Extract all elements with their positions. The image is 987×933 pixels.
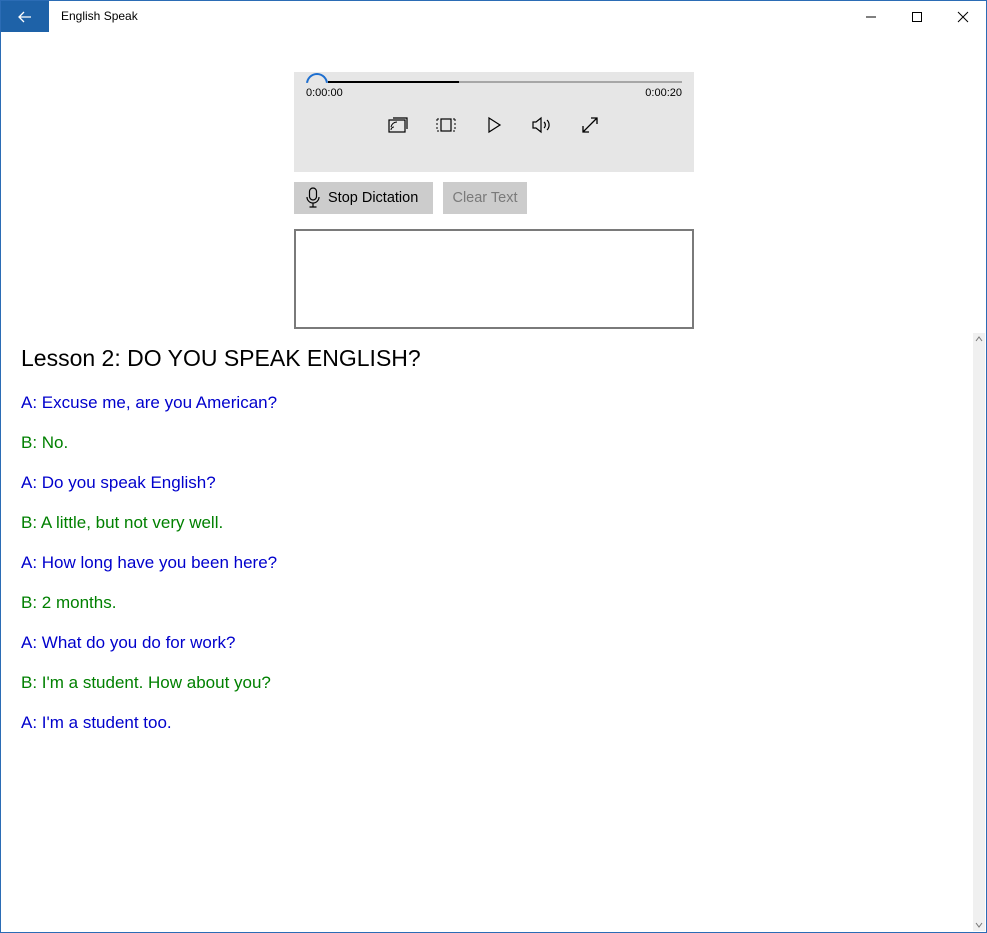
microphone-icon bbox=[306, 187, 320, 208]
fullscreen-icon bbox=[582, 117, 598, 133]
seek-progress bbox=[328, 81, 459, 83]
volume-button[interactable] bbox=[528, 112, 556, 138]
aspect-ratio-button[interactable] bbox=[432, 112, 460, 138]
dialog-line: A: How long have you been here? bbox=[21, 553, 278, 572]
app-window: English Speak 0:00:00 0:00:20 Stop Dicta… bbox=[0, 0, 987, 933]
play-icon bbox=[488, 116, 502, 134]
maximize-button[interactable] bbox=[894, 1, 940, 32]
current-time: 0:00:00 bbox=[306, 87, 343, 99]
close-icon bbox=[957, 11, 969, 22]
clear-text-button[interactable]: Clear Text bbox=[443, 182, 527, 214]
window-title: English Speak bbox=[61, 9, 138, 23]
aspect-ratio-icon bbox=[436, 118, 456, 132]
title-bar: English Speak bbox=[1, 1, 986, 32]
dialog-line: A: Excuse me, are you American? bbox=[21, 393, 278, 412]
play-button[interactable] bbox=[480, 112, 508, 138]
clear-text-label: Clear Text bbox=[452, 190, 518, 206]
dialog-line: B: No. bbox=[21, 433, 69, 452]
volume-icon bbox=[532, 116, 550, 134]
dialog-line: B: I'm a student. How about you? bbox=[21, 673, 271, 692]
dialog-line: A: What do you do for work? bbox=[21, 633, 236, 652]
minimize-icon bbox=[866, 16, 876, 17]
fullscreen-button[interactable] bbox=[576, 112, 604, 138]
seek-bar[interactable] bbox=[328, 81, 682, 83]
dictation-textbox[interactable] bbox=[294, 229, 694, 329]
scroll-down-button[interactable] bbox=[973, 919, 985, 931]
dialog-line: B: A little, but not very well. bbox=[21, 513, 224, 532]
total-time: 0:00:20 bbox=[645, 87, 682, 99]
close-button[interactable] bbox=[940, 1, 986, 32]
cast-button[interactable] bbox=[384, 112, 412, 138]
chevron-down-icon bbox=[975, 922, 983, 928]
back-button[interactable] bbox=[1, 1, 49, 32]
scroll-up-button[interactable] bbox=[973, 333, 985, 345]
lesson-title: Lesson 2: DO YOU SPEAK ENGLISH? bbox=[21, 345, 421, 371]
vertical-scrollbar[interactable] bbox=[973, 333, 985, 931]
cast-icon bbox=[388, 117, 408, 133]
media-player: 0:00:00 0:00:20 bbox=[294, 72, 694, 172]
stop-dictation-label: Stop Dictation bbox=[328, 190, 419, 206]
dialog-line: A: Do you speak English? bbox=[21, 473, 216, 492]
minimize-button[interactable] bbox=[848, 1, 894, 32]
arrow-left-icon bbox=[18, 11, 31, 22]
maximize-icon bbox=[912, 11, 922, 22]
dialog-line: B: 2 months. bbox=[21, 593, 117, 612]
dialog-line: A: I'm a student too. bbox=[21, 713, 172, 732]
stop-dictation-button[interactable]: Stop Dictation bbox=[294, 182, 433, 214]
chevron-up-icon bbox=[975, 336, 983, 342]
